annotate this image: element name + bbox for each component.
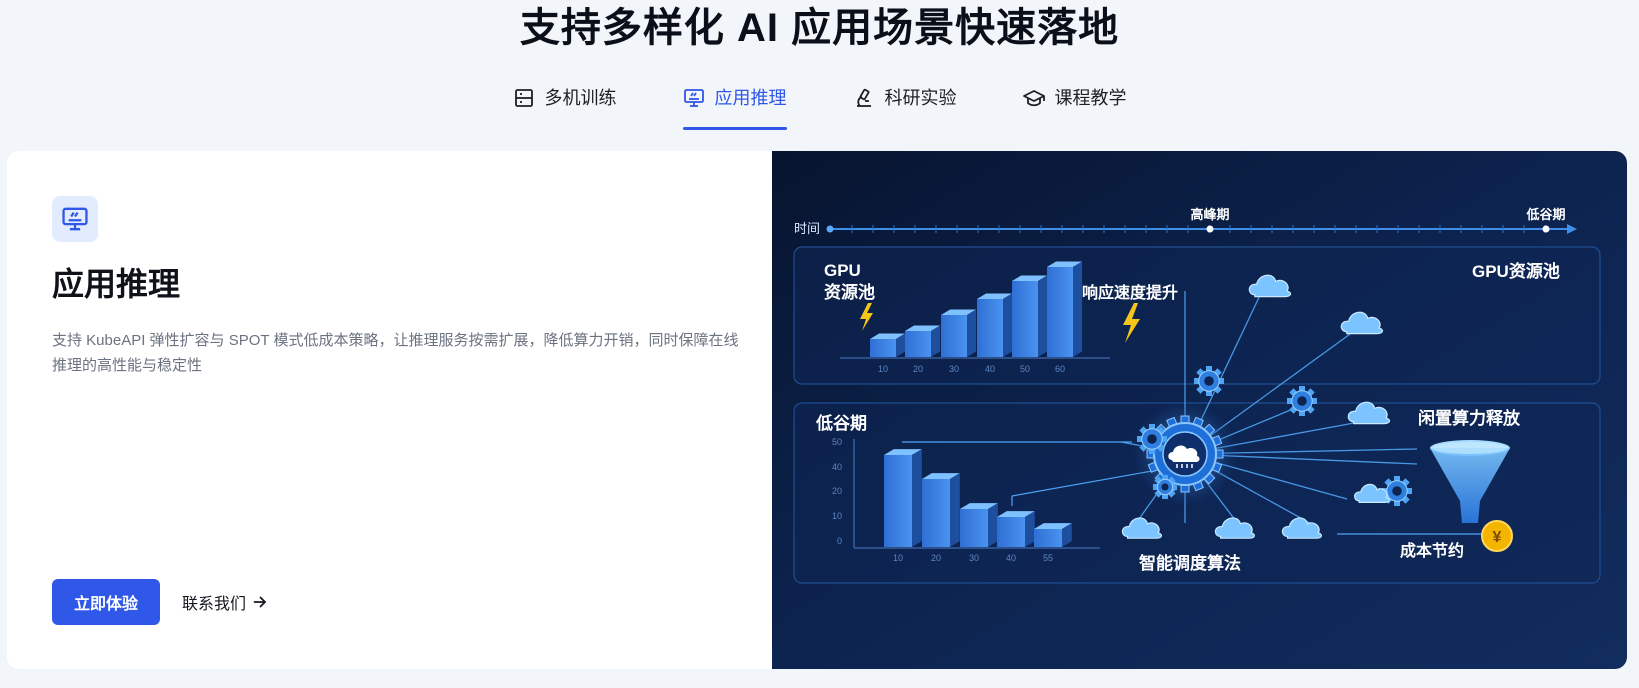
timeline-origin — [826, 225, 834, 233]
lower-chart-xtick-label: 55 — [1043, 553, 1053, 563]
lower-chart-ytick-label: 40 — [832, 462, 842, 472]
tab-research-experiment[interactable]: 科研实验 — [853, 78, 957, 130]
lower-chart-ytick-label: 20 — [832, 486, 842, 496]
valley-timeline-label: 低谷期 — [1525, 207, 1565, 222]
upper-chart-tick-label: 10 — [878, 364, 888, 374]
gpu-pool-title-line1: GPU — [824, 261, 861, 280]
contact-us-link[interactable]: 联系我们 — [182, 579, 267, 625]
contact-us-label: 联系我们 — [182, 596, 247, 613]
page-title: 支持多样化 AI 应用场景快速落地 — [519, 6, 1120, 50]
lower-chart-bar — [922, 473, 960, 547]
tab-application-inference[interactable]: 应用推理 — [682, 78, 787, 130]
upper-chart-tick-label: 20 — [913, 364, 923, 374]
upper-chart-tick-label: 40 — [985, 364, 995, 374]
upper-chart-tick-label: 50 — [1020, 364, 1030, 374]
timeline-peak-marker — [1206, 225, 1214, 233]
lower-chart-xtick-label: 20 — [931, 553, 941, 563]
cost-saving-label: 成本节约 — [1400, 541, 1464, 560]
scheduler-label: 智能调度算法 — [1139, 553, 1241, 573]
microscope-icon — [856, 88, 871, 107]
arrow-right-icon — [253, 596, 266, 608]
try-now-button[interactable]: 立即体验 — [52, 579, 160, 625]
lower-chart-xtick-label: 10 — [893, 553, 903, 563]
monitor-icon — [683, 89, 704, 107]
timeline-label: 时间 — [794, 221, 820, 236]
server-icon — [514, 89, 533, 107]
lower-chart-xtick-label: 40 — [1006, 553, 1016, 563]
upper-chart-tick-label: 60 — [1055, 364, 1065, 374]
coin-symbol: ¥ — [1493, 529, 1502, 546]
gpu-pool-title-line2: 资源池 — [824, 282, 875, 302]
gear-icon — [1194, 366, 1224, 396]
upper-chart-bar — [977, 293, 1013, 357]
tab-label: 多机训练 — [544, 88, 617, 108]
scenario-card: 应用推理 支持 KubeAPI 弹性扩容与 SPOT 模式低成本策略，让推理服务… — [7, 151, 1627, 669]
lower-chart-bar — [884, 449, 922, 547]
tab-label: 课程教学 — [1054, 88, 1127, 108]
response-speed-label: 响应速度提升 — [1082, 283, 1178, 302]
lower-chart-bar — [1034, 523, 1072, 547]
lower-chart-xtick-label: 30 — [969, 553, 979, 563]
upper-chart-bar — [870, 333, 906, 357]
lower-chart-ytick-label: 50 — [832, 437, 842, 447]
upper-chart-bar — [1047, 261, 1083, 357]
gear-icon — [1153, 475, 1177, 499]
monitor-icon — [62, 207, 88, 231]
inference-illustration: 时间 高峰期 低谷期 GPU 资源池 GPU资源池 响应速度提升 低谷期 闲置算… — [772, 151, 1627, 669]
valley-section-label: 低谷期 — [815, 413, 867, 433]
upper-chart-bar — [1012, 275, 1048, 357]
feature-title: 应用推理 — [52, 266, 181, 302]
peak-label: 高峰期 — [1190, 207, 1229, 222]
tab-label: 应用推理 — [714, 88, 787, 108]
gear-icon — [1137, 424, 1167, 454]
lower-chart-bar — [997, 511, 1035, 547]
tab-course-teaching[interactable]: 课程教学 — [1022, 78, 1127, 130]
tab-multi-machine-training[interactable]: 多机训练 — [513, 78, 617, 130]
scenario-content: 应用推理 支持 KubeAPI 弹性扩容与 SPOT 模式低成本策略，让推理服务… — [7, 151, 772, 669]
scenario-tabs: 多机训练 应用推理 科研实验 课程教学 — [0, 78, 1639, 130]
upper-chart-bar — [941, 309, 977, 357]
tab-label: 科研实验 — [884, 88, 957, 108]
lower-chart-ytick-label: 10 — [832, 511, 842, 521]
upper-chart-bar — [905, 325, 941, 357]
gpu-pool-right-label: GPU资源池 — [1472, 261, 1560, 281]
lower-chart-bar — [960, 503, 998, 547]
graduation-cap-icon — [1022, 90, 1045, 107]
timeline-valley-marker — [1542, 225, 1550, 233]
idle-release-label: 闲置算力释放 — [1418, 408, 1521, 428]
feature-description: 支持 KubeAPI 弹性扩容与 SPOT 模式低成本策略，让推理服务按需扩展，… — [52, 332, 739, 374]
gear-icon — [1287, 386, 1317, 416]
lower-chart-ytick-label: 0 — [837, 536, 842, 546]
upper-chart-tick-label: 30 — [949, 364, 959, 374]
feature-icon-tile — [52, 196, 98, 242]
